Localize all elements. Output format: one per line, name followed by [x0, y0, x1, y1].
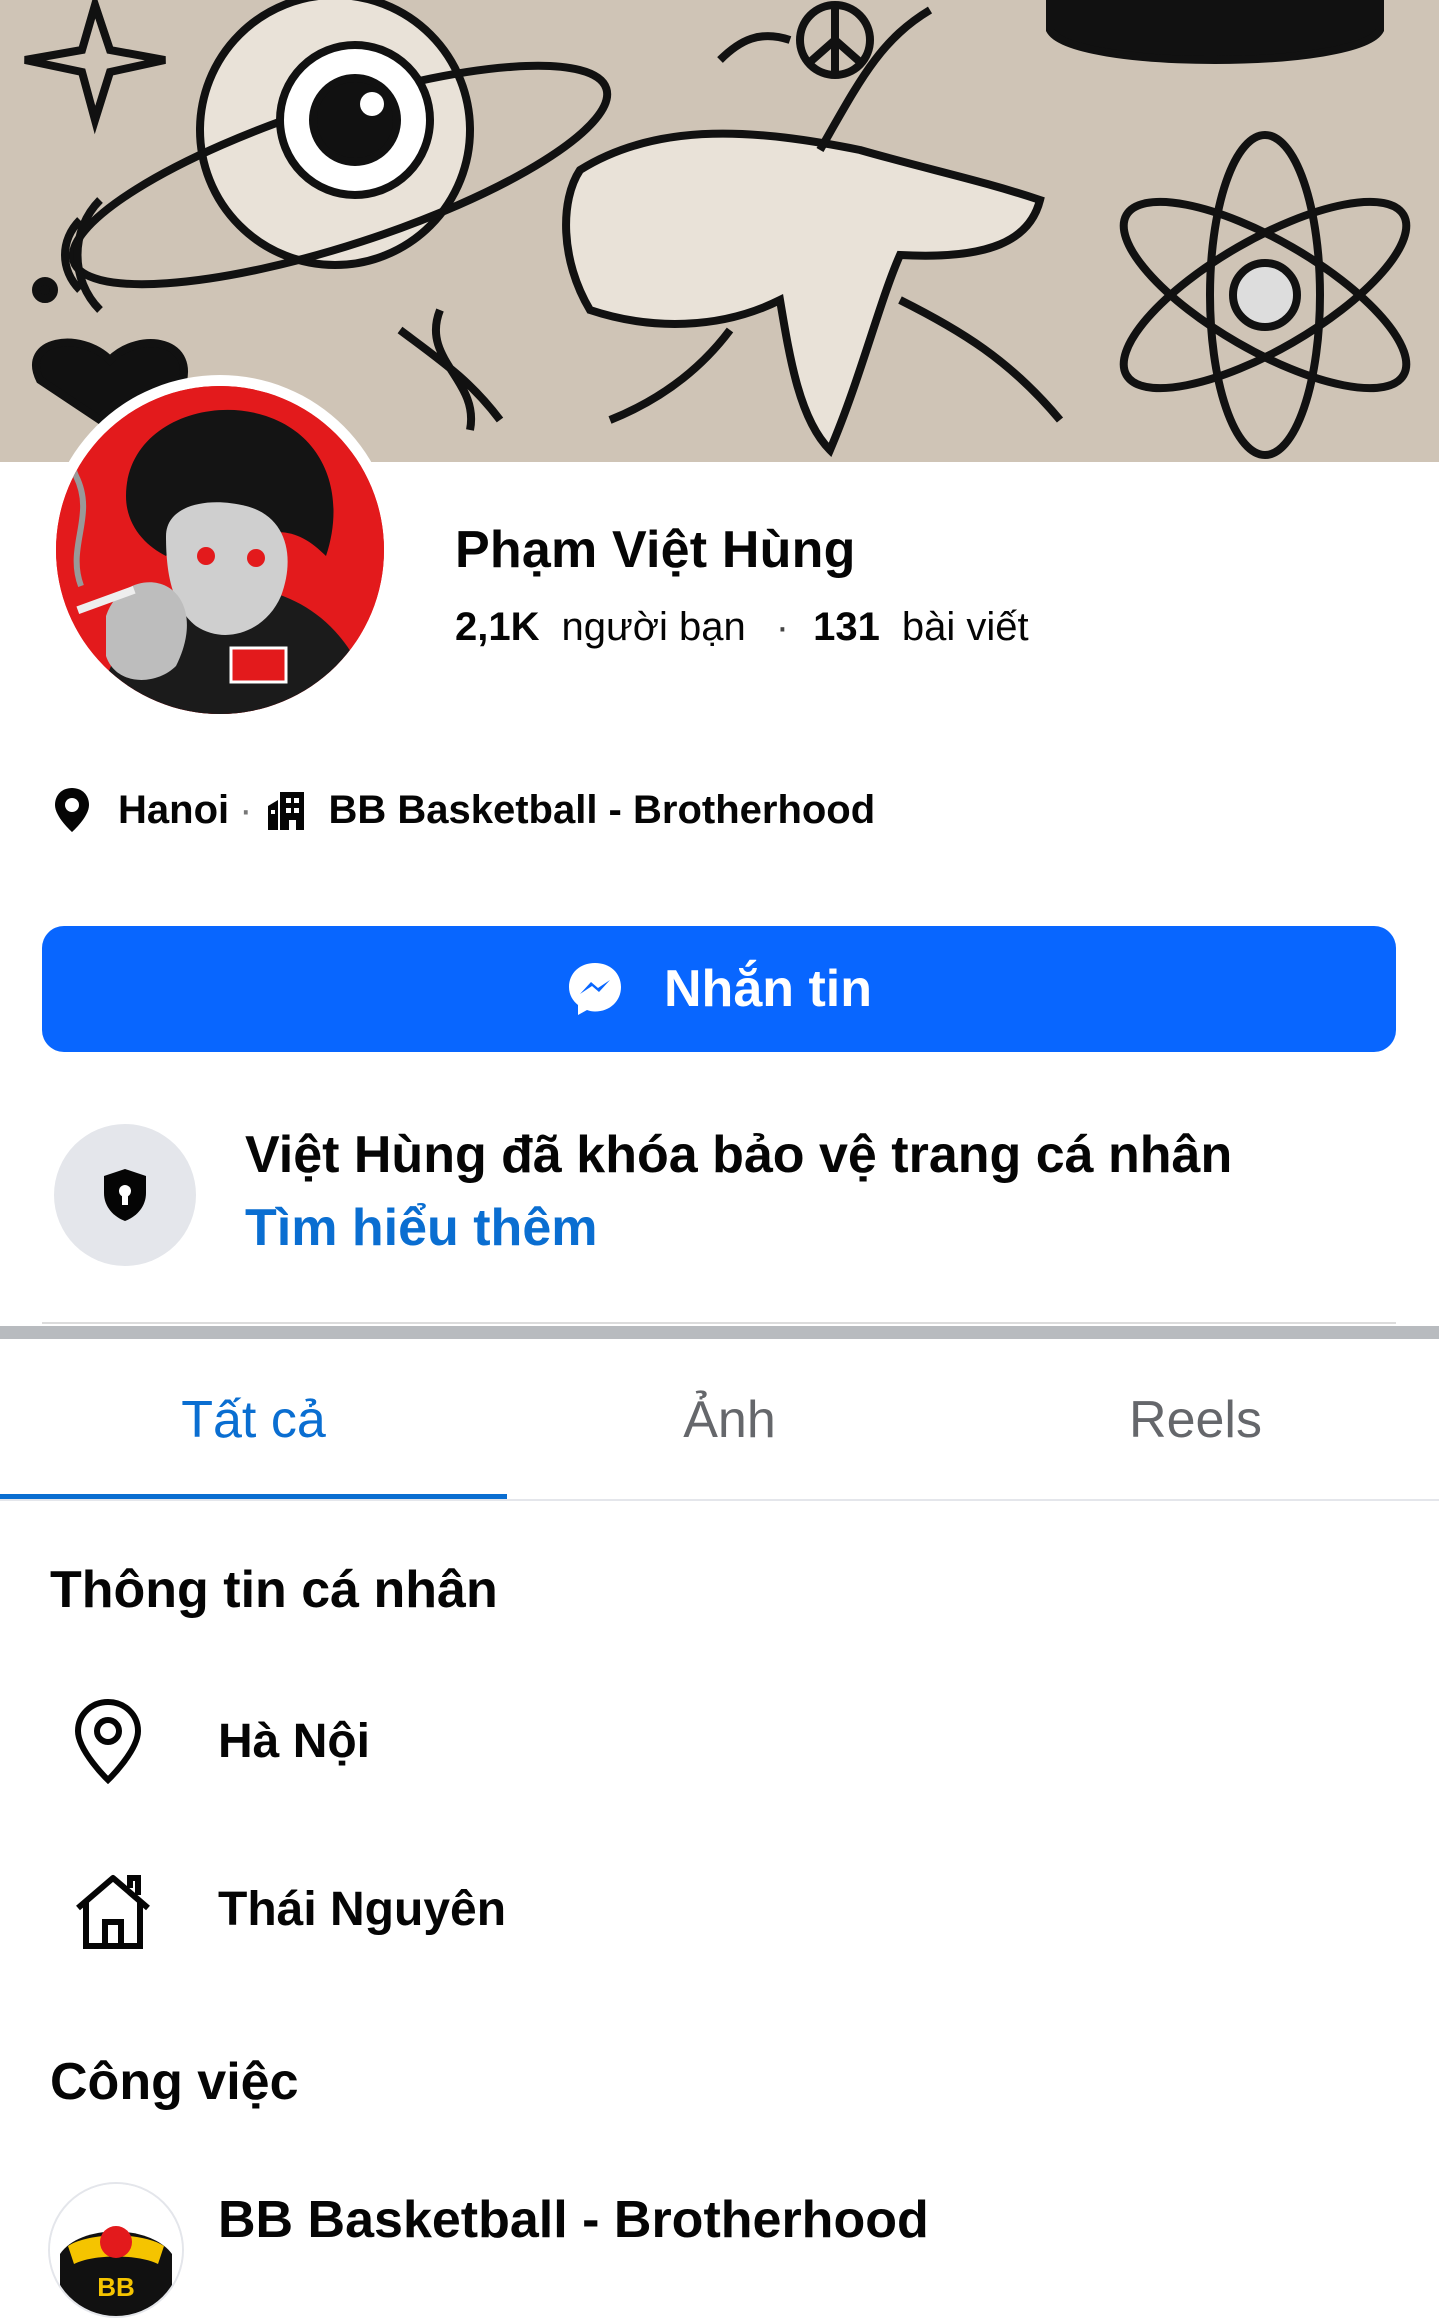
messenger-icon [569, 963, 621, 1015]
location-pin-icon [52, 786, 92, 834]
learn-more-link[interactable]: Tìm hiểu thêm [245, 1198, 597, 1258]
employer-logo[interactable]: BB [48, 2182, 184, 2318]
shield-lock-badge [54, 1124, 196, 1266]
meta-location: Hanoi [118, 787, 230, 832]
friends-count[interactable]: 2,1K [455, 605, 540, 649]
stats-separator: · [775, 605, 790, 649]
message-button[interactable]: Nhắn tin [42, 926, 1396, 1052]
personal-info-title: Thông tin cá nhân [50, 1561, 498, 1619]
employer-name[interactable]: BB Basketball - Brotherhood [218, 2190, 929, 2250]
profile-stats: 2,1K người bạn · 131 bài viết [455, 605, 1029, 650]
tabs-border [0, 1499, 1439, 1501]
tab-photos[interactable]: Ảnh [507, 1380, 952, 1460]
hometown[interactable]: Thái Nguyên [218, 1882, 506, 1937]
avatar[interactable] [56, 386, 384, 714]
svg-text:BB: BB [97, 2272, 135, 2302]
friends-label[interactable]: người bạn [562, 605, 746, 649]
profile-meta-row: Hanoi · BB Basketball - Brotherhood [52, 780, 875, 840]
meta-workplace[interactable]: BB Basketball - Brotherhood [328, 788, 875, 833]
tab-all[interactable]: Tất cả [0, 1380, 507, 1460]
meta-separator: · [239, 787, 253, 832]
current-city[interactable]: Hà Nội [218, 1714, 370, 1769]
avatar-illustration [56, 386, 384, 714]
section-divider [0, 1326, 1439, 1339]
building-icon [264, 788, 308, 832]
location-pin-outline-icon [72, 1698, 144, 1789]
posts-count: 131 [813, 605, 880, 649]
tab-reels[interactable]: Reels [952, 1380, 1439, 1460]
shield-lock-icon [104, 1169, 146, 1221]
divider [42, 1322, 1396, 1324]
profile-name: Phạm Việt Hùng [455, 521, 856, 579]
home-icon [72, 1870, 154, 1955]
lock-notice-title: Việt Hùng đã khóa bảo vệ trang cá nhân [245, 1126, 1233, 1184]
work-title: Công việc [50, 2053, 299, 2111]
basketball-logo-icon: BB [50, 2184, 182, 2316]
posts-label: bài viết [901, 605, 1029, 649]
message-button-label: Nhắn tin [664, 960, 872, 1018]
